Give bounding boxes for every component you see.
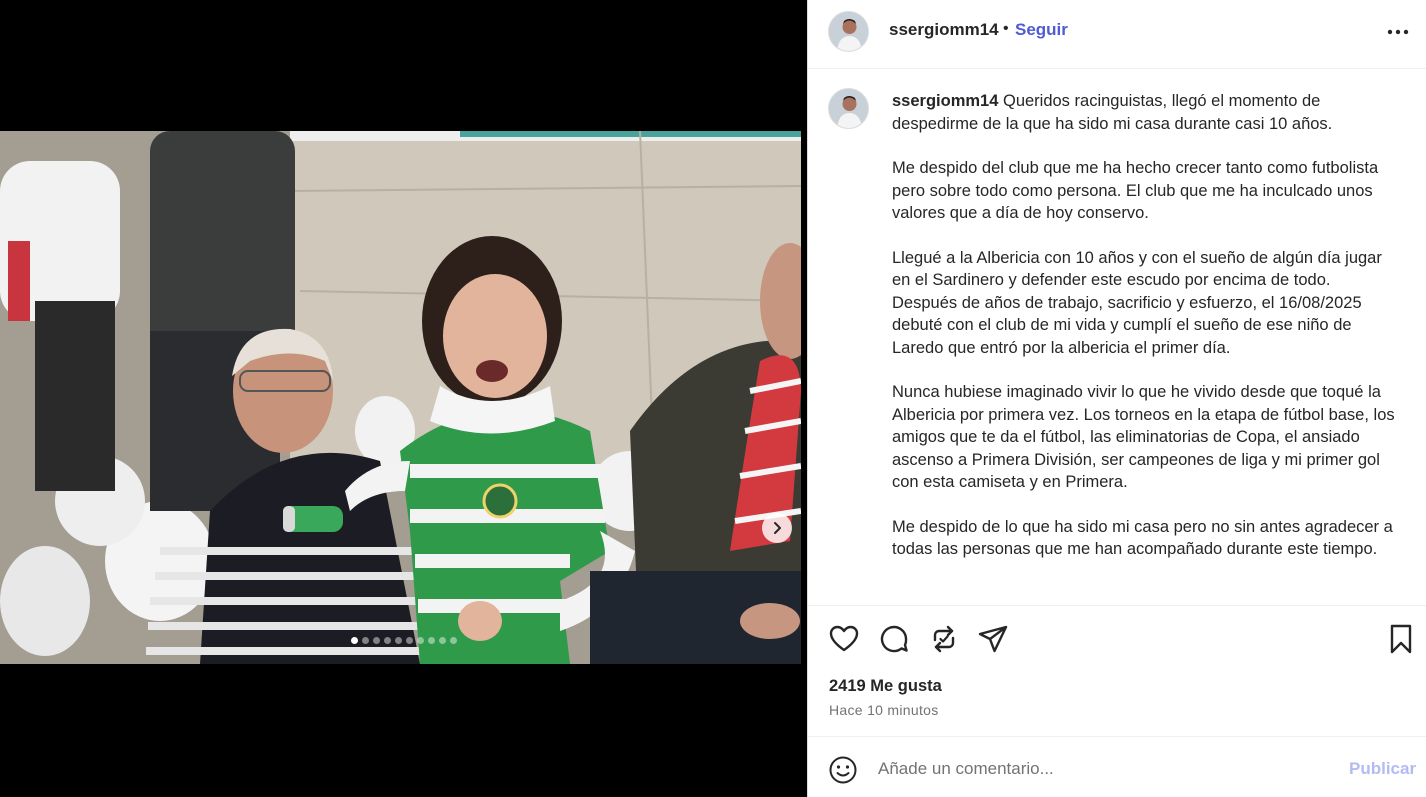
emoji-icon[interactable] xyxy=(828,755,858,785)
caption-paragraph: Nunca hubiese imaginado vivir lo que he … xyxy=(892,381,1404,494)
heart-icon[interactable] xyxy=(828,623,860,655)
repost-icon[interactable] xyxy=(928,623,960,655)
post-photo[interactable] xyxy=(0,131,801,664)
post-header: ssergiomm14 • Seguir xyxy=(808,0,1426,69)
carousel-dot xyxy=(350,637,358,644)
chevron-right-icon xyxy=(774,522,781,534)
carousel-dot xyxy=(416,637,424,644)
post-timestamp[interactable]: Hace 10 minutos xyxy=(829,702,939,718)
avatar[interactable] xyxy=(828,88,869,129)
carousel-dot xyxy=(383,637,391,644)
post-author-username[interactable]: ssergiomm14 xyxy=(889,20,999,40)
caption-text: Me despido de lo que ha sido mi casa per… xyxy=(892,517,1393,559)
more-horizontal-icon[interactable] xyxy=(1386,22,1410,42)
caption-text: Llegué a la Albericia con 10 años y con … xyxy=(892,248,1382,290)
caption-paragraph: Llegué a la Albericia con 10 años y con … xyxy=(892,247,1404,292)
carousel-dot xyxy=(438,637,446,644)
carousel-indicator xyxy=(0,637,807,644)
carousel-dot xyxy=(405,637,413,644)
post-caption: ssergiomm14 Queridos racinguistas, llegó… xyxy=(892,90,1404,561)
comment-composer: Publicar xyxy=(808,736,1426,797)
comment-input[interactable] xyxy=(878,754,1318,784)
share-icon[interactable] xyxy=(977,623,1009,655)
caption-text: Nunca hubiese imaginado vivir lo que he … xyxy=(892,383,1395,491)
caption-text: Me despido del club que me ha hecho crec… xyxy=(892,159,1379,222)
carousel-dot xyxy=(394,637,402,644)
caption-username[interactable]: ssergiomm14 xyxy=(892,92,998,110)
avatar[interactable] xyxy=(828,11,869,52)
carousel-dot xyxy=(361,637,369,644)
carousel-dot xyxy=(427,637,435,644)
caption-paragraph: Me despido de lo que ha sido mi casa per… xyxy=(892,516,1404,561)
caption-text: Después de años de trabajo, sacrificio y… xyxy=(892,293,1362,357)
caption-paragraph: Después de años de trabajo, sacrificio y… xyxy=(892,292,1404,360)
comments-area[interactable]: ssergiomm14 Queridos racinguistas, llegó… xyxy=(808,69,1426,606)
bookmark-icon[interactable] xyxy=(1385,623,1417,655)
follow-button[interactable]: Seguir xyxy=(1015,20,1068,40)
comment-icon[interactable] xyxy=(878,623,910,655)
caption-paragraph: Me despido del club que me ha hecho crec… xyxy=(892,157,1404,225)
separator-dot: • xyxy=(1003,20,1009,37)
next-slide-button[interactable] xyxy=(762,513,792,543)
post-side-panel: ssergiomm14 • Seguir ssergiomm14 Querido… xyxy=(807,0,1426,797)
carousel-dot xyxy=(372,637,380,644)
post-media xyxy=(0,0,807,797)
publish-button[interactable]: Publicar xyxy=(1349,759,1416,779)
caption-paragraph: ssergiomm14 Queridos racinguistas, llegó… xyxy=(892,90,1404,135)
action-bar xyxy=(808,617,1426,665)
carousel-dot xyxy=(449,637,457,644)
like-count[interactable]: 2419 Me gusta xyxy=(829,677,942,696)
